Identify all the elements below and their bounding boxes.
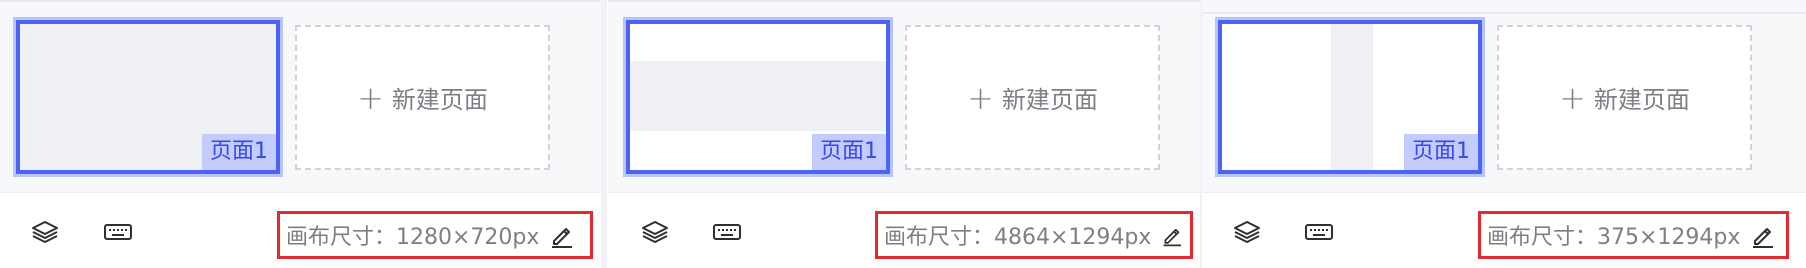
plus-icon: + (357, 78, 384, 117)
new-page-button[interactable]: + 新建页面 (905, 25, 1160, 170)
keyboard-icon[interactable] (103, 220, 133, 244)
canvas-panel-1: 页面1 + 新建页面 画布尺寸：1280×720px (0, 0, 605, 268)
thumbnail-content (1331, 24, 1373, 170)
edit-pencil-icon[interactable] (1161, 222, 1184, 248)
panel-separator (601, 0, 607, 268)
layers-icon[interactable] (30, 220, 60, 244)
new-page-button[interactable]: + 新建页面 (295, 25, 550, 170)
layers-icon[interactable] (1232, 220, 1262, 244)
keyboard-icon[interactable] (712, 220, 742, 244)
new-page-label: 新建页面 (1593, 86, 1690, 114)
page-thumbnail[interactable]: 页面1 (1218, 20, 1482, 174)
new-page-label: 新建页面 (391, 86, 488, 114)
plus-icon: + (1559, 78, 1586, 117)
page-thumbnail[interactable]: 页面1 (16, 20, 280, 174)
canvas-panel-2: 页面1 + 新建页面 画布尺寸：4864×1294px (608, 0, 1202, 268)
page-name-tag: 页面1 (812, 134, 886, 170)
thumbnail-content (630, 61, 886, 131)
edit-pencil-icon[interactable] (549, 222, 575, 248)
top-border (608, 0, 1202, 2)
new-page-label: 新建页面 (1001, 86, 1098, 114)
page-name-tag: 页面1 (1404, 134, 1478, 170)
plus-icon: + (967, 78, 994, 117)
canvas-panel-3: 页面1 + 新建页面 画布尺寸：375×1294px (1202, 0, 1806, 268)
page-thumbnail[interactable]: 页面1 (626, 20, 890, 174)
canvas-size-label: 画布尺寸：375×1294px (1487, 225, 1741, 250)
page-name-tag: 页面1 (202, 134, 276, 170)
keyboard-icon[interactable] (1304, 220, 1334, 244)
canvas-size-field[interactable]: 画布尺寸：1280×720px (277, 211, 593, 259)
canvas-size-label: 画布尺寸：4864×1294px (884, 225, 1152, 250)
layers-icon[interactable] (640, 220, 670, 244)
canvas-size-label: 画布尺寸：1280×720px (286, 225, 540, 250)
canvas-size-field[interactable]: 画布尺寸：375×1294px (1478, 211, 1789, 259)
new-page-button[interactable]: + 新建页面 (1497, 25, 1752, 170)
top-border (0, 0, 605, 2)
panel-separator (1200, 0, 1202, 268)
top-border (1202, 12, 1806, 14)
canvas-size-field[interactable]: 画布尺寸：4864×1294px (875, 211, 1193, 259)
edit-pencil-icon[interactable] (1750, 222, 1776, 248)
